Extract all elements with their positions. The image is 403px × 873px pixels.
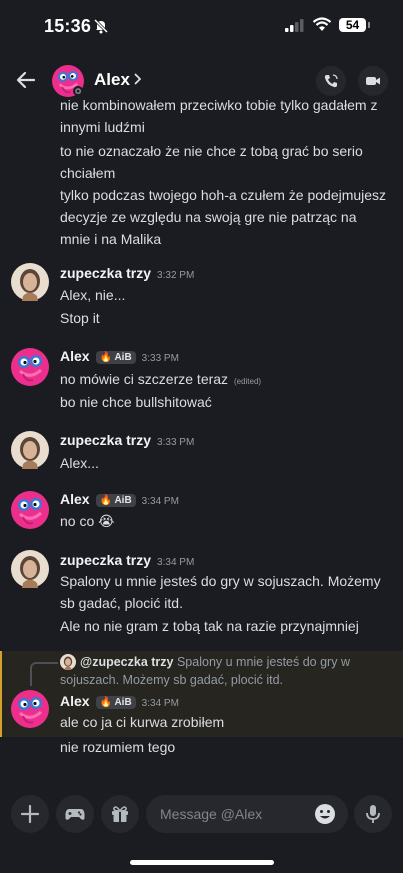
message-header: Alex 🔥 AiB 3:33 PM [60,348,179,368]
author-name[interactable]: zupeczka trzy [60,432,151,448]
clan-tag-label: AiB [114,495,132,506]
avatar[interactable] [11,263,49,301]
avatar[interactable] [11,690,49,728]
gift-button[interactable] [101,795,139,833]
message-header: zupeczka trzy 3:33 PM [60,432,194,452]
message-text: Ale no nie gram z tobą tak na razie przy… [60,618,359,634]
gamepad-icon [65,809,85,820]
microphone-icon [366,805,380,823]
author-name[interactable]: Alex [60,348,90,364]
activities-button[interactable] [56,795,94,833]
author-name[interactable]: Alex [60,693,90,709]
edited-marker: (edited) [233,377,262,386]
message-input-placeholder: Message @Alex [160,806,263,822]
avatar[interactable] [11,491,49,529]
video-button[interactable] [358,66,388,96]
composer-bar: Message @Alex [0,787,403,843]
clan-tag-label: AiB [114,352,132,363]
battery-tip [368,22,370,28]
reply-text: Spalony u mnie jesteś do gry w [176,655,350,669]
chevron-right-icon[interactable] [133,73,141,85]
voice-message-button[interactable] [354,795,392,833]
timestamp: 3:34 PM [157,557,195,568]
message-text: no mówie ci szczerze teraz (edited) [60,368,390,393]
reply-avatar [60,654,76,670]
message-input[interactable]: Message @Alex [146,795,348,833]
home-indicator[interactable] [130,860,274,865]
wifi-icon [312,17,332,31]
avatar[interactable] [11,431,49,469]
message-text: to nie oznaczało że nie chce z tobą grać… [60,143,363,181]
message-text: Stop it [60,310,100,326]
reply-text-continued: sojuszach. Możemy sb gadać, plocić itd. [60,673,284,687]
author-name[interactable]: Alex [60,491,90,507]
message-text: nie rozumiem tego [60,739,176,755]
author-name[interactable]: zupeczka trzy [60,552,151,568]
reply-author: @zupeczka trzy [80,655,174,669]
message-body: no mówie ci szczerze teraz [60,371,229,387]
message-header: Alex 🔥 AiB 3:34 PM [60,693,179,713]
header-title[interactable]: Alex [94,70,130,90]
video-icon [366,77,380,85]
avatar[interactable] [11,550,49,588]
author-name[interactable]: zupeczka trzy [60,265,151,281]
plus-icon [20,804,40,824]
message-header: Alex 🔥 AiB 3:34 PM [60,491,179,511]
timestamp: 3:33 PM [157,437,195,448]
status-bar: 15:36 54 [0,0,403,54]
message-header: zupeczka trzy 3:32 PM [60,265,194,285]
battery-level: 54 [339,18,366,32]
message-text: bo nie chce bullshitować [60,394,212,410]
avatar[interactable] [11,348,49,386]
clan-tag[interactable]: 🔥 AiB [95,494,136,507]
timestamp: 3:34 PM [141,698,179,709]
status-time: 15:36 [44,16,92,36]
message-text: no co 😭 [60,513,115,529]
mention-accent-bar [0,651,2,737]
signal-icon [285,19,304,32]
reply-connector [30,662,58,686]
emoji-icon[interactable] [314,803,336,825]
call-button[interactable] [316,66,346,96]
message-text: tylko podczas twojego hoh-a czułem że po… [60,187,387,247]
message-text: ale co ja ci kurwa zrobiłem [60,714,225,730]
bell-slash-icon [93,18,109,34]
message-text: Alex... [60,455,99,471]
phone-icon [324,74,338,88]
message-text: Spalony u mnie jesteś do gry w sojuszach… [60,573,381,611]
gift-icon [112,806,128,822]
clan-tag-label: AiB [114,697,132,708]
timestamp: 3:33 PM [141,353,179,364]
back-arrow-icon[interactable] [14,68,38,92]
clan-tag[interactable]: 🔥 AiB [95,351,136,364]
message-text: nie kombinowałem przeciwko tobie tylko g… [60,97,378,135]
timestamp: 3:34 PM [141,496,179,507]
timestamp: 3:32 PM [157,270,195,281]
header-avatar[interactable] [52,65,84,97]
add-attachment-button[interactable] [11,795,49,833]
reply-preview[interactable]: @zupeczka trzy Spalony u mnie jesteś do … [80,654,400,670]
message-text: Alex, nie... [60,287,126,303]
clan-tag[interactable]: 🔥 AiB [95,696,136,709]
message-header: zupeczka trzy 3:34 PM [60,552,194,572]
